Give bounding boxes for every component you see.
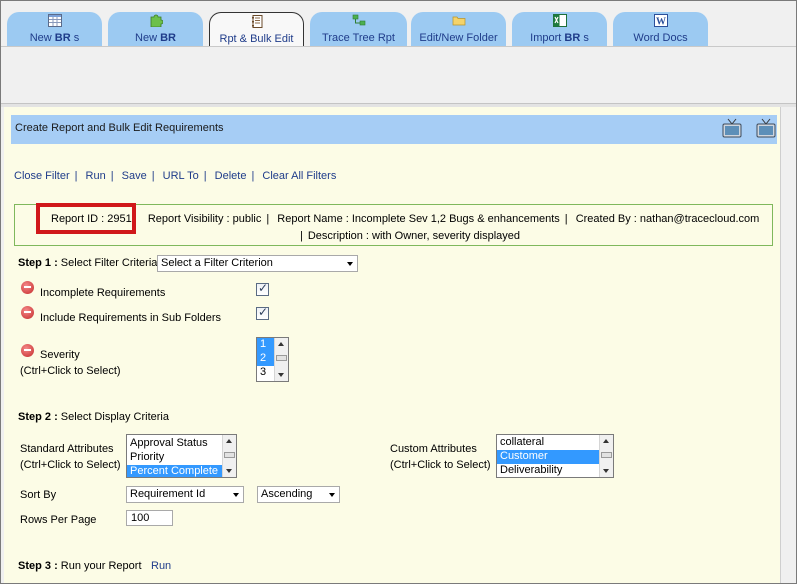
rows-per-page-input[interactable]: 100 (126, 510, 173, 526)
toolbar-area (1, 47, 796, 103)
report-visibility: Report Visibility : public (147, 213, 262, 225)
rows-per-page-label: Rows Per Page (20, 514, 97, 526)
url-to-link[interactable]: URL To (163, 170, 199, 182)
tab-new-br[interactable]: New BR (108, 12, 203, 47)
list-item[interactable]: Deliverability (497, 464, 613, 477)
check-icon: ✓ (258, 281, 269, 295)
puzzle-icon (150, 14, 163, 27)
list-item[interactable]: Priority (127, 451, 236, 465)
panel-header: Create Report and Bulk Edit Requirements (11, 115, 777, 144)
chevron-down-icon (347, 262, 353, 266)
list-item[interactable]: Percent Complete (127, 465, 236, 477)
chevron-down-icon (329, 493, 335, 497)
delete-link[interactable]: Delete (215, 170, 247, 182)
report-created-by: Created By : nathan@tracecloud.com (575, 213, 760, 225)
close-filter-link[interactable]: Close Filter (14, 170, 70, 182)
run-link[interactable]: Run (86, 170, 106, 182)
report-name: Report Name : Incomplete Sev 1,2 Bugs & … (277, 213, 560, 225)
tab-import-brs[interactable]: Import BR s (512, 12, 607, 47)
highlight-box (36, 203, 136, 234)
tab-trace-tree-rpt[interactable]: Trace Tree Rpt (310, 12, 407, 47)
chevron-down-icon (233, 493, 239, 497)
main-panel: Create Report and Bulk Edit Requirements… (4, 107, 781, 583)
standard-attributes-hint: (Ctrl+Click to Select) (20, 459, 121, 471)
check-icon: ✓ (258, 305, 269, 319)
excel-icon (552, 14, 567, 27)
tab-word-docs[interactable]: W Word Docs (613, 12, 708, 47)
run-report-link[interactable]: Run (151, 560, 171, 572)
page-scrollbar[interactable] (782, 107, 796, 583)
svg-text:W: W (656, 17, 666, 28)
action-links: Close Filter | Run | Save | URL To | Delete |… (14, 170, 337, 182)
severity-listbox[interactable]: 1 2 3 (256, 337, 289, 382)
app-window: New BR s New BR Rpt & Bulk Edit Trace Tr… (0, 0, 797, 584)
tab-rpt-bulk-edit[interactable]: Rpt & Bulk Edit (209, 12, 304, 48)
step3-heading: Step 3 : Run your Report (18, 560, 142, 572)
tab-bar: New BR s New BR Rpt & Bulk Edit Trace Tr… (1, 1, 796, 48)
chevron-down-icon (278, 373, 284, 377)
chevron-up-icon (603, 439, 609, 443)
remove-filter-icon[interactable] (21, 344, 34, 357)
list-icon (47, 14, 62, 27)
sort-order-select[interactable]: Ascending (257, 486, 340, 503)
filter-label-incomplete: Incomplete Requirements (40, 287, 166, 299)
save-link[interactable]: Save (122, 170, 147, 182)
tv-icon[interactable] (722, 117, 742, 139)
step2-heading: Step 2 : Select Display Criteria (18, 411, 169, 423)
chevron-up-icon (226, 439, 232, 443)
scrollbar[interactable] (222, 435, 236, 477)
scrollbar[interactable] (599, 435, 613, 477)
page-title: Create Report and Bulk Edit Requirements (15, 122, 224, 134)
word-icon: W (653, 14, 668, 28)
incomplete-checkbox[interactable]: ✓ (256, 281, 269, 296)
report-description: Description : with Owner, severity displ… (307, 230, 521, 242)
step1-heading: Step 1 : Select Filter Criteria (18, 257, 158, 269)
folder-icon (452, 16, 465, 26)
tab-new-brs[interactable]: New BR s (7, 12, 102, 47)
chevron-down-icon (603, 469, 609, 473)
filter-label-severity: Severity (40, 349, 80, 361)
standard-attributes-listbox[interactable]: Approval Status Priority Percent Complet… (126, 434, 237, 478)
subfolders-checkbox[interactable]: ✓ (256, 305, 269, 320)
custom-attributes-hint: (Ctrl+Click to Select) (390, 459, 491, 471)
custom-attributes-listbox[interactable]: collateral Customer Deliverability (496, 434, 614, 478)
filter-label-subfolders: Include Requirements in Sub Folders (40, 312, 221, 324)
severity-hint: (Ctrl+Click to Select) (20, 365, 121, 377)
filter-criterion-select[interactable]: Select a Filter Criterion (157, 255, 358, 272)
list-item[interactable]: collateral (497, 436, 613, 450)
standard-attributes-label: Standard Attributes (20, 443, 114, 455)
tree-icon (352, 14, 365, 26)
scrollbar[interactable] (274, 338, 288, 381)
remove-filter-icon[interactable] (21, 281, 34, 294)
sort-by-label: Sort By (20, 489, 57, 501)
chevron-down-icon (226, 469, 232, 473)
notebook-icon (251, 15, 262, 28)
remove-filter-icon[interactable] (21, 306, 34, 319)
tv-icon[interactable] (756, 117, 776, 139)
list-item[interactable]: Approval Status (127, 437, 236, 451)
sort-by-select[interactable]: Requirement Id (126, 486, 244, 503)
custom-attributes-label: Custom Attributes (390, 443, 477, 455)
chevron-up-icon (278, 342, 284, 346)
clear-all-filters-link[interactable]: Clear All Filters (262, 170, 336, 182)
tab-edit-new-folder[interactable]: Edit/New Folder (411, 12, 506, 47)
list-item[interactable]: Customer (497, 450, 613, 464)
